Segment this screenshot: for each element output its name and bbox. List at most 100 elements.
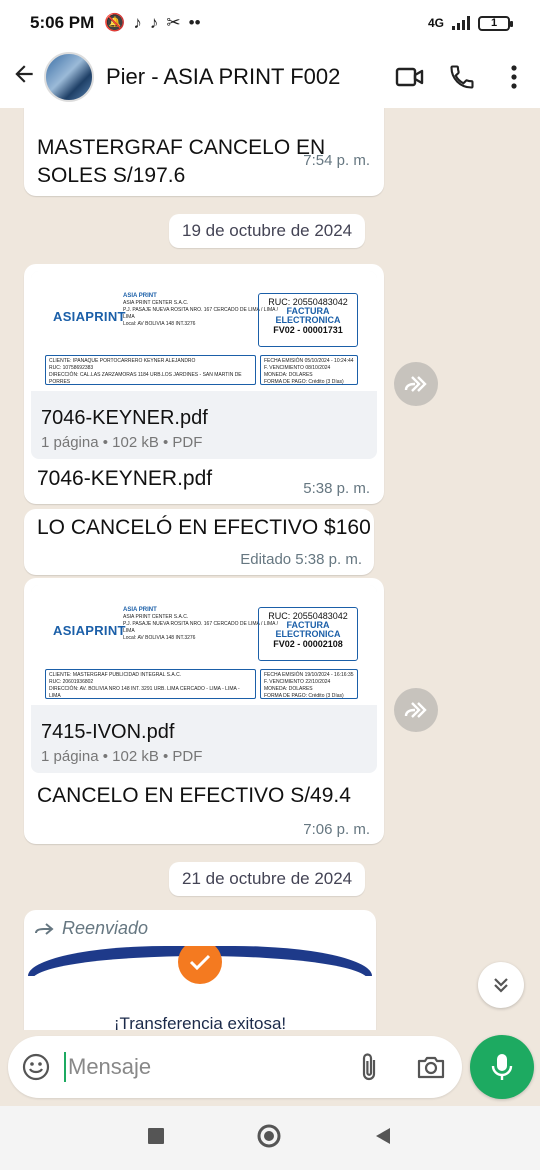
message-bubble[interactable]: LO CANCELÓ EN EFECTIVO $160 Editado 5:38… [24,509,374,575]
pago-label: FORMA DE PAGO: [264,379,307,385]
issuer-name: ASIA PRINT [123,607,157,613]
scroll-down-icon[interactable] [478,962,524,1008]
venc-value: 22/10/2024 [305,679,331,685]
client-box: CLIENTE: MASTERGRAF PUBLICIDAD INTEGRAL … [45,669,256,699]
chat-area[interactable]: MASTERGRAF CANCELO EN SOLES S/197.6 7:54… [0,108,540,1030]
doc-number: FV02 - 00001731 [273,325,343,335]
pdf-preview[interactable]: ASIAPRINT ASIA PRINT ASIA PRINT CENTER S… [31,585,377,705]
document-message[interactable]: ASIAPRINT ASIA PRINT ASIA PRINT CENTER S… [24,264,384,504]
moneda-label: MONEDA: [264,686,288,692]
date-separator: 19 de octubre de 2024 [169,214,366,248]
attach-icon[interactable] [338,1052,400,1082]
message-text: MASTERGRAF CANCELO EN SOLES S/197.6 [37,136,326,187]
phone-icon[interactable] [436,63,488,91]
transfer-image[interactable]: ¡Transferencia exitosa! [28,946,372,1030]
fecha-value: 05/10/2024 - 10:24:44 [304,358,354,364]
client-dir: AV. BOLIVIA NRO 148 INT. 3291 URB. LIMA … [49,686,240,699]
recents-icon[interactable] [148,1127,164,1149]
issuer-local: Local: AV BOLIVIA 148 INT.3276 [123,635,196,641]
dates-box: FECHA EMISIÓN 19/10/2024 - 16:16:35 F. V… [260,669,358,699]
mic-icon[interactable] [470,1035,534,1099]
doc-type: FACTURA ELECTRONICA [275,620,341,639]
contact-name[interactable]: Pier - ASIA PRINT F002 [106,64,384,90]
pdf-meta: 1 página • 102 kB • PDF [41,434,203,451]
message-time: Editado 5:38 p. m. [240,551,362,568]
system-nav-bar [0,1106,540,1170]
client-label: CLIENTE [49,672,71,678]
venc-label: F. VENCIMIENTO [264,679,304,685]
date-separator: 21 de octubre de 2024 [169,862,366,896]
pdf-file-name: 7415-IVON.pdf [41,721,175,743]
moneda-label: MONEDA: [264,372,288,378]
issuer-name: ASIA PRINT [123,293,157,299]
more-vert-icon[interactable] [488,64,540,90]
mute-icon: 🔕 [104,13,126,32]
back-arrow-icon[interactable] [4,61,44,94]
client-ruc-label: RUC [49,679,60,685]
message-time: 7:06 p. m. [303,821,370,838]
dates-box: FECHA EMISIÓN 05/10/2024 - 10:24:44 F. V… [260,355,358,385]
pdf-preview[interactable]: ASIAPRINT ASIA PRINT ASIA PRINT CENTER S… [31,271,377,391]
emoji-icon[interactable] [8,1053,64,1081]
issuer-address: P.J. PASAJE NUEVA ROSITA NRO. 167 CERCAD… [123,307,278,320]
pdf-attachment[interactable]: ASIAPRINT ASIA PRINT ASIA PRINT CENTER S… [31,271,377,459]
message-caption: CANCELO EN EFECTIVO S/49.4 [37,784,351,807]
client-ruc-label: RUC [49,365,60,371]
doc-number: FV02 - 00002108 [273,639,343,649]
composer[interactable]: Mensaje [8,1036,462,1098]
forwarded-text: Reenviado [62,918,149,938]
camera-icon[interactable] [400,1054,462,1080]
asiaprint-logo: ASIAPRINT [53,623,126,638]
fecha-label: FECHA EMISIÓN [264,358,304,364]
forwarded-icon [35,922,54,935]
status-time: 5:06 PM [30,13,95,32]
message-caption: 7046-KEYNER.pdf [37,467,213,490]
forwarded-image-message[interactable]: Reenviado ¡Transferencia exitosa! [24,910,376,1030]
battery-level: 1 [490,16,498,29]
ruc-box: RUC: 20550483042 FACTURA ELECTRONICA FV0… [258,607,358,661]
client-label: CLIENTE [49,358,71,364]
tiktok-icon: ♪ [133,13,142,32]
message-bubble[interactable]: MASTERGRAF CANCELO EN SOLES S/197.6 7:54… [24,108,384,196]
network-label: 4G [427,16,444,30]
notification-icons: 🔕 ♪ ♪ ✂ •• [104,13,200,33]
status-right: 4G 1 [427,15,513,31]
signal-icon [452,16,470,30]
forwarded-label: Reenviado [34,918,148,939]
client-dir-label: DIRECCIÓN [49,686,78,692]
venc-value: 08/10/2024 [305,365,331,371]
issuer-local: Local: AV BOLIVIA 148 INT.3276 [123,321,196,327]
video-call-icon[interactable] [384,64,436,90]
issuer-address: P.J. PASAJE NUEVA ROSITA NRO. 167 CERCAD… [123,621,278,634]
back-nav-icon[interactable] [374,1126,392,1151]
moneda-value: DOLARES [288,372,313,378]
message-time: 7:54 p. m. [303,152,370,169]
scissors-icon: ✂ [166,13,181,32]
forward-icon[interactable] [394,362,438,406]
chat-header: Pier - ASIA PRINT F002 [0,46,540,108]
pdf-meta: 1 página • 102 kB • PDF [41,748,203,765]
client-dir: CAL.LAS ZARZAMORAS 1184 URB.LOS JARDINES… [49,372,242,385]
forward-icon[interactable] [394,688,438,732]
venc-label: F. VENCIMIENTO [264,365,304,371]
ruc-box: RUC: 20550483042 FACTURA ELECTRONICA FV0… [258,293,358,347]
fecha-label: FECHA EMISIÓN [264,672,304,678]
fecha-value: 19/10/2024 - 16:16:35 [304,672,354,678]
client-name: MASTERGRAF PUBLICIDAD INTEGRAL S.A.C. [72,672,182,678]
issuer-full-name: ASIA PRINT CENTER S.A.C. [123,300,189,306]
pdf-file-name: 7046-KEYNER.pdf [41,407,208,429]
pago-label: FORMA DE PAGO: [264,693,307,699]
doc-type: FACTURA ELECTRONICA [275,306,341,325]
more-notifications-icon: •• [188,13,201,32]
moneda-value: DOLARES [288,686,313,692]
client-dir-label: DIRECCIÓN [49,372,78,378]
client-name: IPANAQUE PORTOCARRERO KEYNER ALEJANDRO [72,358,196,364]
client-ruc: 10758692383 [62,365,94,371]
message-text: LO CANCELÓ EN EFECTIVO $160 [37,516,371,539]
document-message[interactable]: ASIAPRINT ASIA PRINT ASIA PRINT CENTER S… [24,578,384,844]
pdf-attachment[interactable]: ASIAPRINT ASIA PRINT ASIA PRINT CENTER S… [31,585,377,773]
avatar[interactable] [44,52,94,102]
message-input[interactable]: Mensaje [64,1052,338,1082]
status-bar: 5:06 PM 🔕 ♪ ♪ ✂ •• 4G 1 [0,0,540,46]
home-icon[interactable] [256,1123,282,1154]
